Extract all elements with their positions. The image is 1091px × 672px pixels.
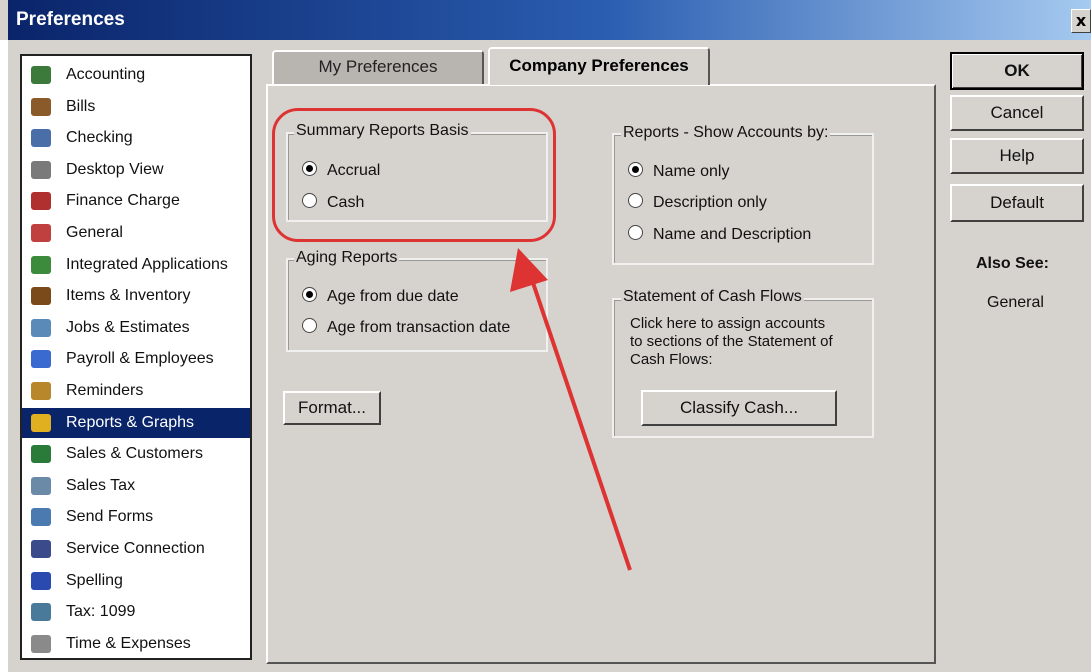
arrow-head	[510, 248, 548, 292]
red-arrow-icon	[510, 248, 632, 571]
preferences-window: Preferences x Accounting Bills Checking Des…	[0, 0, 1091, 672]
arrow-shaft	[526, 267, 632, 571]
